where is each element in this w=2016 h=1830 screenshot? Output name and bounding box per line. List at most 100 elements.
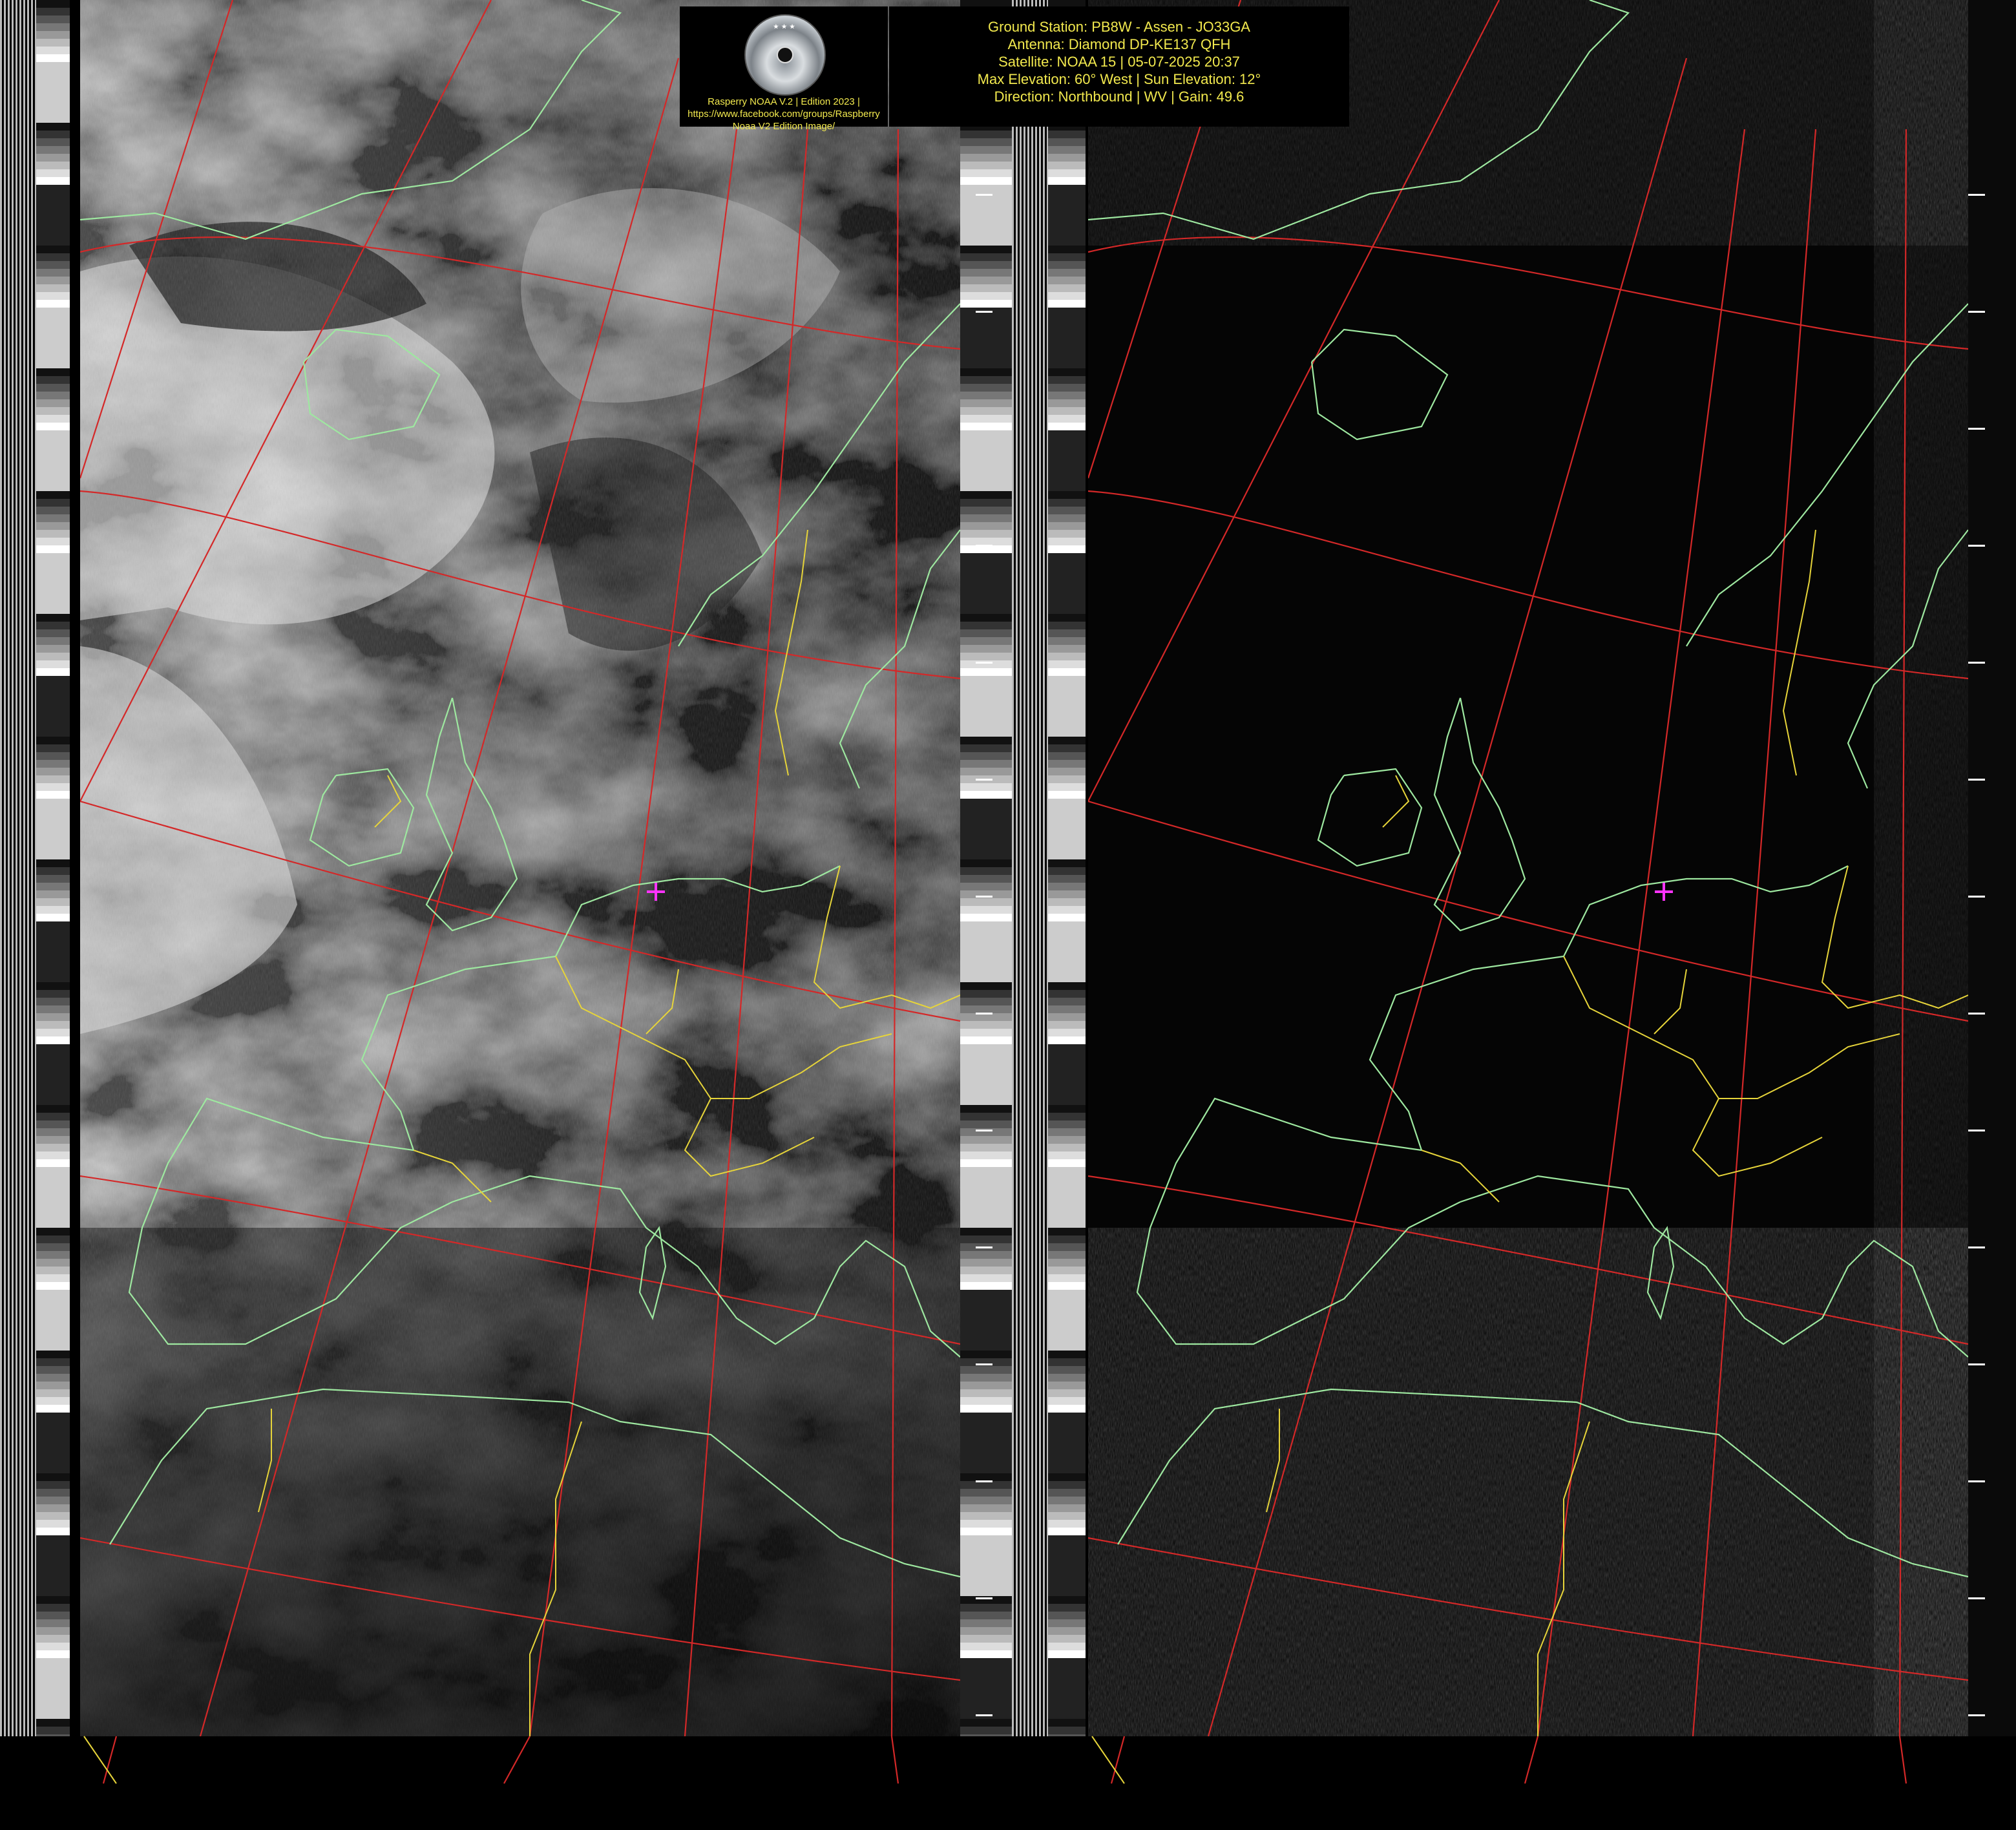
wedge-step (960, 1144, 1012, 1152)
wedge-step (1048, 415, 1086, 423)
minute-tick (976, 1246, 992, 1248)
wedge-step (1048, 514, 1086, 522)
wedge-step (36, 415, 70, 423)
ir-noise-south (1088, 1228, 1968, 1736)
wedge-step (960, 1366, 1012, 1374)
wedge-step (36, 376, 70, 384)
telemetry-block (960, 1413, 1012, 1473)
wedge-step (36, 1021, 70, 1029)
wedge-step (36, 392, 70, 399)
wedge-step (36, 1013, 70, 1021)
minute-tick (976, 1714, 992, 1716)
wedge-step (960, 990, 1012, 998)
wedge-step (36, 1366, 70, 1374)
wedge-step (1048, 768, 1086, 775)
telemetry-block (960, 1044, 1012, 1105)
wedge-step (36, 890, 70, 898)
wedge-step (36, 1528, 70, 1535)
logo-hub (777, 47, 793, 63)
wedge-step (36, 1389, 70, 1397)
wedge-step (1048, 384, 1086, 392)
wedge-step (960, 376, 1012, 384)
wedge-step (1048, 1251, 1086, 1259)
telemetry-block (960, 308, 1012, 368)
wedge-step (36, 1358, 70, 1366)
telemetry-block (36, 1413, 70, 1473)
wedge-step (960, 1136, 1012, 1144)
wedge-step (36, 1405, 70, 1413)
wedge-step (1048, 261, 1086, 269)
wedge-step (1048, 1274, 1086, 1282)
minute-tick (1968, 194, 1985, 196)
wedge-step (36, 1520, 70, 1528)
wedge-step (960, 1251, 1012, 1259)
wedge-step (36, 914, 70, 921)
wedge-step (960, 629, 1012, 637)
wedge-step (960, 131, 1012, 138)
wedge-step (36, 1627, 70, 1635)
wedge-step (960, 1120, 1012, 1128)
wedge-step (960, 1635, 1012, 1643)
wedge-step (960, 1382, 1012, 1389)
wedge-step (1048, 1105, 1086, 1113)
minute-tick (1968, 1246, 1985, 1248)
wedge-step (1048, 131, 1086, 138)
wedge-step (1048, 368, 1086, 376)
wedge-step (1048, 1612, 1086, 1619)
wedge-step (36, 0, 70, 8)
satellite-disc-logo: ★ ★ ★ (744, 14, 826, 96)
telemetry-block (36, 308, 70, 368)
wedge-step (36, 538, 70, 545)
wedge-step (960, 530, 1012, 538)
wedge-step (1048, 1128, 1086, 1136)
logo-line-3: Noaa V2 Edition Image/ (732, 121, 835, 132)
wedge-step (36, 1719, 70, 1727)
wedge-step (36, 169, 70, 177)
wedge-step (36, 990, 70, 998)
telemetry-block (1048, 1290, 1086, 1351)
telemetry-block (960, 1290, 1012, 1351)
wedge-step (36, 1351, 70, 1358)
wedge-step (36, 491, 70, 499)
wedge-step (1048, 737, 1086, 744)
sync-bar (16, 0, 17, 1736)
wedge-step (36, 660, 70, 668)
wedge-step (36, 300, 70, 308)
wedge-step (1048, 875, 1086, 883)
wedge-step (960, 415, 1012, 423)
wedge-step (1048, 1619, 1086, 1627)
wedge-step (960, 538, 1012, 545)
wedge-step (1048, 1236, 1086, 1243)
wedge-step (960, 653, 1012, 660)
sync-bar (1031, 0, 1033, 1736)
logo-line-2: https://www.facebook.com/groups/Raspberr… (688, 109, 880, 120)
wedge-step (1048, 990, 1086, 998)
wedge-step (1048, 407, 1086, 415)
wedge-step (1048, 138, 1086, 146)
telemetry-block (1048, 185, 1086, 246)
wedge-step (960, 867, 1012, 875)
wedge-step (960, 1727, 1012, 1734)
wedge-step (1048, 614, 1086, 622)
sync-bar (23, 0, 25, 1736)
wedge-step (1048, 1512, 1086, 1520)
wedge-step (960, 162, 1012, 169)
wedge-step (960, 768, 1012, 775)
telemetry-block (960, 676, 1012, 737)
wedge-step (36, 1274, 70, 1282)
wedge-step (960, 399, 1012, 407)
wedge-step (960, 1473, 1012, 1481)
telemetry-block (1048, 1535, 1086, 1596)
wedge-step (1048, 775, 1086, 783)
wedge-step (36, 162, 70, 169)
wedge-step (36, 1105, 70, 1113)
antenna-line: Antenna: Diamond DP-KE137 QFH (1007, 36, 1231, 52)
wedge-step (1048, 499, 1086, 507)
wedge-step (36, 507, 70, 514)
wedge-step (36, 1497, 70, 1504)
wedge-step (1048, 423, 1086, 430)
wedge-step (36, 752, 70, 760)
wedge-step (36, 637, 70, 645)
wedge-step (960, 1274, 1012, 1282)
wedge-step (960, 1152, 1012, 1159)
